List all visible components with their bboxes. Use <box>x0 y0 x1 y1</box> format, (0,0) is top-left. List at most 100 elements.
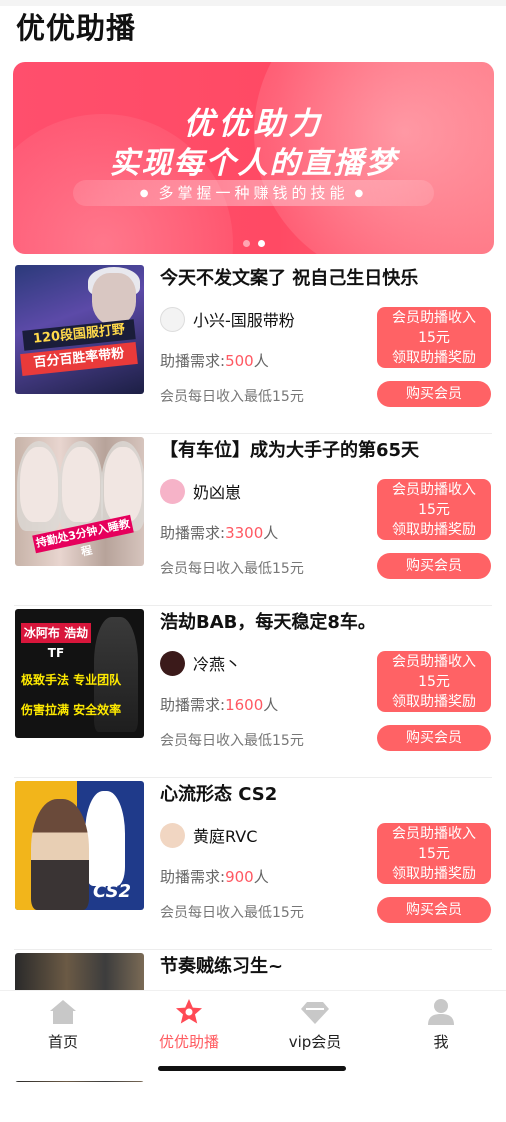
claim-reward-button[interactable]: 会员助播收入 15元 领取助播奖励 <box>377 479 491 540</box>
assist-demand: 助播需求:500人 <box>160 350 269 371</box>
thumb-caption: CS2 <box>93 881 132 902</box>
claim-reward-button[interactable]: 会员助播收入 15元 领取助播奖励 <box>377 823 491 884</box>
listing-title[interactable]: 节奏贼练习生~ <box>160 952 283 978</box>
demand-unit: 人 <box>263 696 279 714</box>
listing-card[interactable]: 持勤处3分钟入睡教程 【有车位】成为大手子的第65天 奶凶崽 助播需求:3300… <box>0 434 506 606</box>
buy-membership-button[interactable]: 购买会员 <box>377 897 491 923</box>
nav-label: 我 <box>433 1033 449 1051</box>
buy-membership-button[interactable]: 购买会员 <box>377 553 491 579</box>
thumb-art <box>85 791 125 886</box>
reward-line: 领取助播奖励 <box>392 694 476 710</box>
nav-label: 首页 <box>47 1033 78 1051</box>
streamer-name: 冷燕丶 <box>193 655 242 674</box>
streamer-name: 小兴-国服带粉 <box>193 311 295 330</box>
bullet-icon: ● <box>354 187 368 199</box>
status-bar-strip <box>0 0 506 6</box>
listing-thumbnail[interactable]: 120段国服打野 百分百胜率带粉 <box>15 265 144 394</box>
streamer-info[interactable]: 黄庭RVC <box>160 822 257 848</box>
thumb-art <box>62 447 100 522</box>
streamer-info[interactable]: 冷燕丶 <box>160 650 241 676</box>
reward-line: 15元 <box>418 502 450 518</box>
listing-thumbnail[interactable]: 持勤处3分钟入睡教程 <box>15 437 144 566</box>
nav-label: 优优助播 <box>158 1033 219 1051</box>
streamer-name: 黄庭RVC <box>193 827 258 846</box>
reward-line: 领取助播奖励 <box>392 350 476 366</box>
reward-line: 领取助播奖励 <box>392 866 476 882</box>
avatar <box>160 306 185 332</box>
listing-title[interactable]: 今天不发文案了 祝自己生日快乐 <box>160 264 418 290</box>
promo-banner[interactable]: 优优助力 实现每个人的直播梦 ● 多掌握一种赚钱的技能 ● <box>13 62 494 254</box>
assist-demand: 助播需求:1600人 <box>160 694 278 715</box>
reward-line: 会员助播收入 <box>392 310 476 326</box>
reward-line: 15元 <box>418 330 450 346</box>
demand-unit: 人 <box>253 868 269 886</box>
nav-label: vip会员 <box>288 1033 342 1051</box>
nav-home[interactable]: 首页 <box>0 997 126 1052</box>
reward-line: 会员助播收入 <box>392 482 476 498</box>
avatar <box>160 822 185 848</box>
demand-unit: 人 <box>263 524 279 542</box>
listing-title[interactable]: 【有车位】成为大手子的第65天 <box>160 436 419 462</box>
listing-card[interactable]: 120段国服打野 百分百胜率带粉 今天不发文案了 祝自己生日快乐 小兴-国服带粉… <box>0 262 506 434</box>
demand-label: 助播需求: <box>160 524 226 542</box>
reward-line: 会员助播收入 <box>392 826 476 842</box>
assist-demand: 助播需求:3300人 <box>160 522 278 543</box>
carousel-dots <box>13 232 494 251</box>
demand-value: 3300 <box>225 524 264 542</box>
demand-label: 助播需求: <box>160 868 226 886</box>
demand-value: 900 <box>225 868 254 886</box>
streamer-info[interactable]: 奶凶崽 <box>160 478 241 504</box>
home-indicator <box>158 1066 346 1071</box>
listing-thumbnail[interactable]: CS2 <box>15 781 144 910</box>
claim-reward-button[interactable]: 会员助播收入 15元 领取助播奖励 <box>377 651 491 712</box>
demand-value: 500 <box>225 352 254 370</box>
thumb-art <box>20 447 58 522</box>
reward-line: 15元 <box>418 674 450 690</box>
daily-income-note: 会员每日收入最低15元 <box>160 905 304 921</box>
diamond-icon <box>301 1002 329 1024</box>
avatar <box>160 650 185 676</box>
demand-value: 1600 <box>225 696 264 714</box>
home-icon <box>50 1000 76 1024</box>
buy-membership-button[interactable]: 购买会员 <box>377 725 491 751</box>
nav-assist[interactable]: 优优助播 <box>126 997 252 1052</box>
carousel-dot[interactable] <box>242 240 250 247</box>
demand-label: 助播需求: <box>160 696 226 714</box>
thumb-art <box>104 447 142 522</box>
carousel-dot-active[interactable] <box>257 240 265 247</box>
listing-title[interactable]: 心流形态 CS2 <box>160 780 277 806</box>
daily-income-note: 会员每日收入最低15元 <box>160 733 304 749</box>
avatar <box>160 478 185 504</box>
thumb-caption: 伤害拉满 安全效率 <box>21 703 122 717</box>
person-icon <box>428 999 454 1025</box>
demand-label: 助播需求: <box>160 352 226 370</box>
listing-card[interactable]: 冰阿布 浩劫 TF 极致手法 专业团队 伤害拉满 安全效率 浩劫BAB，每天稳定… <box>0 606 506 778</box>
daily-income-note: 会员每日收入最低15元 <box>160 389 304 405</box>
claim-reward-button[interactable]: 会员助播收入 15元 领取助播奖励 <box>377 307 491 368</box>
streamer-name: 奶凶崽 <box>193 483 242 502</box>
listing-thumbnail[interactable]: 冰阿布 浩劫 TF 极致手法 专业团队 伤害拉满 安全效率 <box>15 609 144 738</box>
reward-line: 15元 <box>418 846 450 862</box>
bullet-icon: ● <box>139 187 153 199</box>
thumb-art <box>92 273 136 325</box>
reward-line: 领取助播奖励 <box>392 522 476 538</box>
thumb-caption: 冰阿布 浩劫 TF <box>21 623 91 660</box>
nav-me[interactable]: 我 <box>378 997 504 1052</box>
listing-title[interactable]: 浩劫BAB，每天稳定8车。 <box>160 608 376 634</box>
banner-subheadline: 实现每个人的直播梦 <box>109 146 398 181</box>
banner-headline: 优优助力 <box>183 106 324 142</box>
star-icon <box>176 999 202 1024</box>
listing-card[interactable]: CS2 心流形态 CS2 黄庭RVC 助播需求:900人 会员每日收入最低15元… <box>0 778 506 950</box>
reward-line: 会员助播收入 <box>392 654 476 670</box>
streamer-info[interactable]: 小兴-国服带粉 <box>160 306 295 332</box>
demand-unit: 人 <box>253 352 269 370</box>
page-title: 优优助播 <box>16 11 137 45</box>
thumb-caption: 极致手法 专业团队 <box>21 673 122 687</box>
nav-vip[interactable]: vip会员 <box>252 997 378 1052</box>
assist-demand: 助播需求:900人 <box>160 866 269 887</box>
thumb-art <box>31 799 89 910</box>
buy-membership-button[interactable]: 购买会员 <box>377 381 491 407</box>
banner-slogan-text: 多掌握一种赚钱的技能 <box>158 184 349 202</box>
banner-slogan: ● 多掌握一种赚钱的技能 ● <box>73 180 434 206</box>
daily-income-note: 会员每日收入最低15元 <box>160 561 304 577</box>
